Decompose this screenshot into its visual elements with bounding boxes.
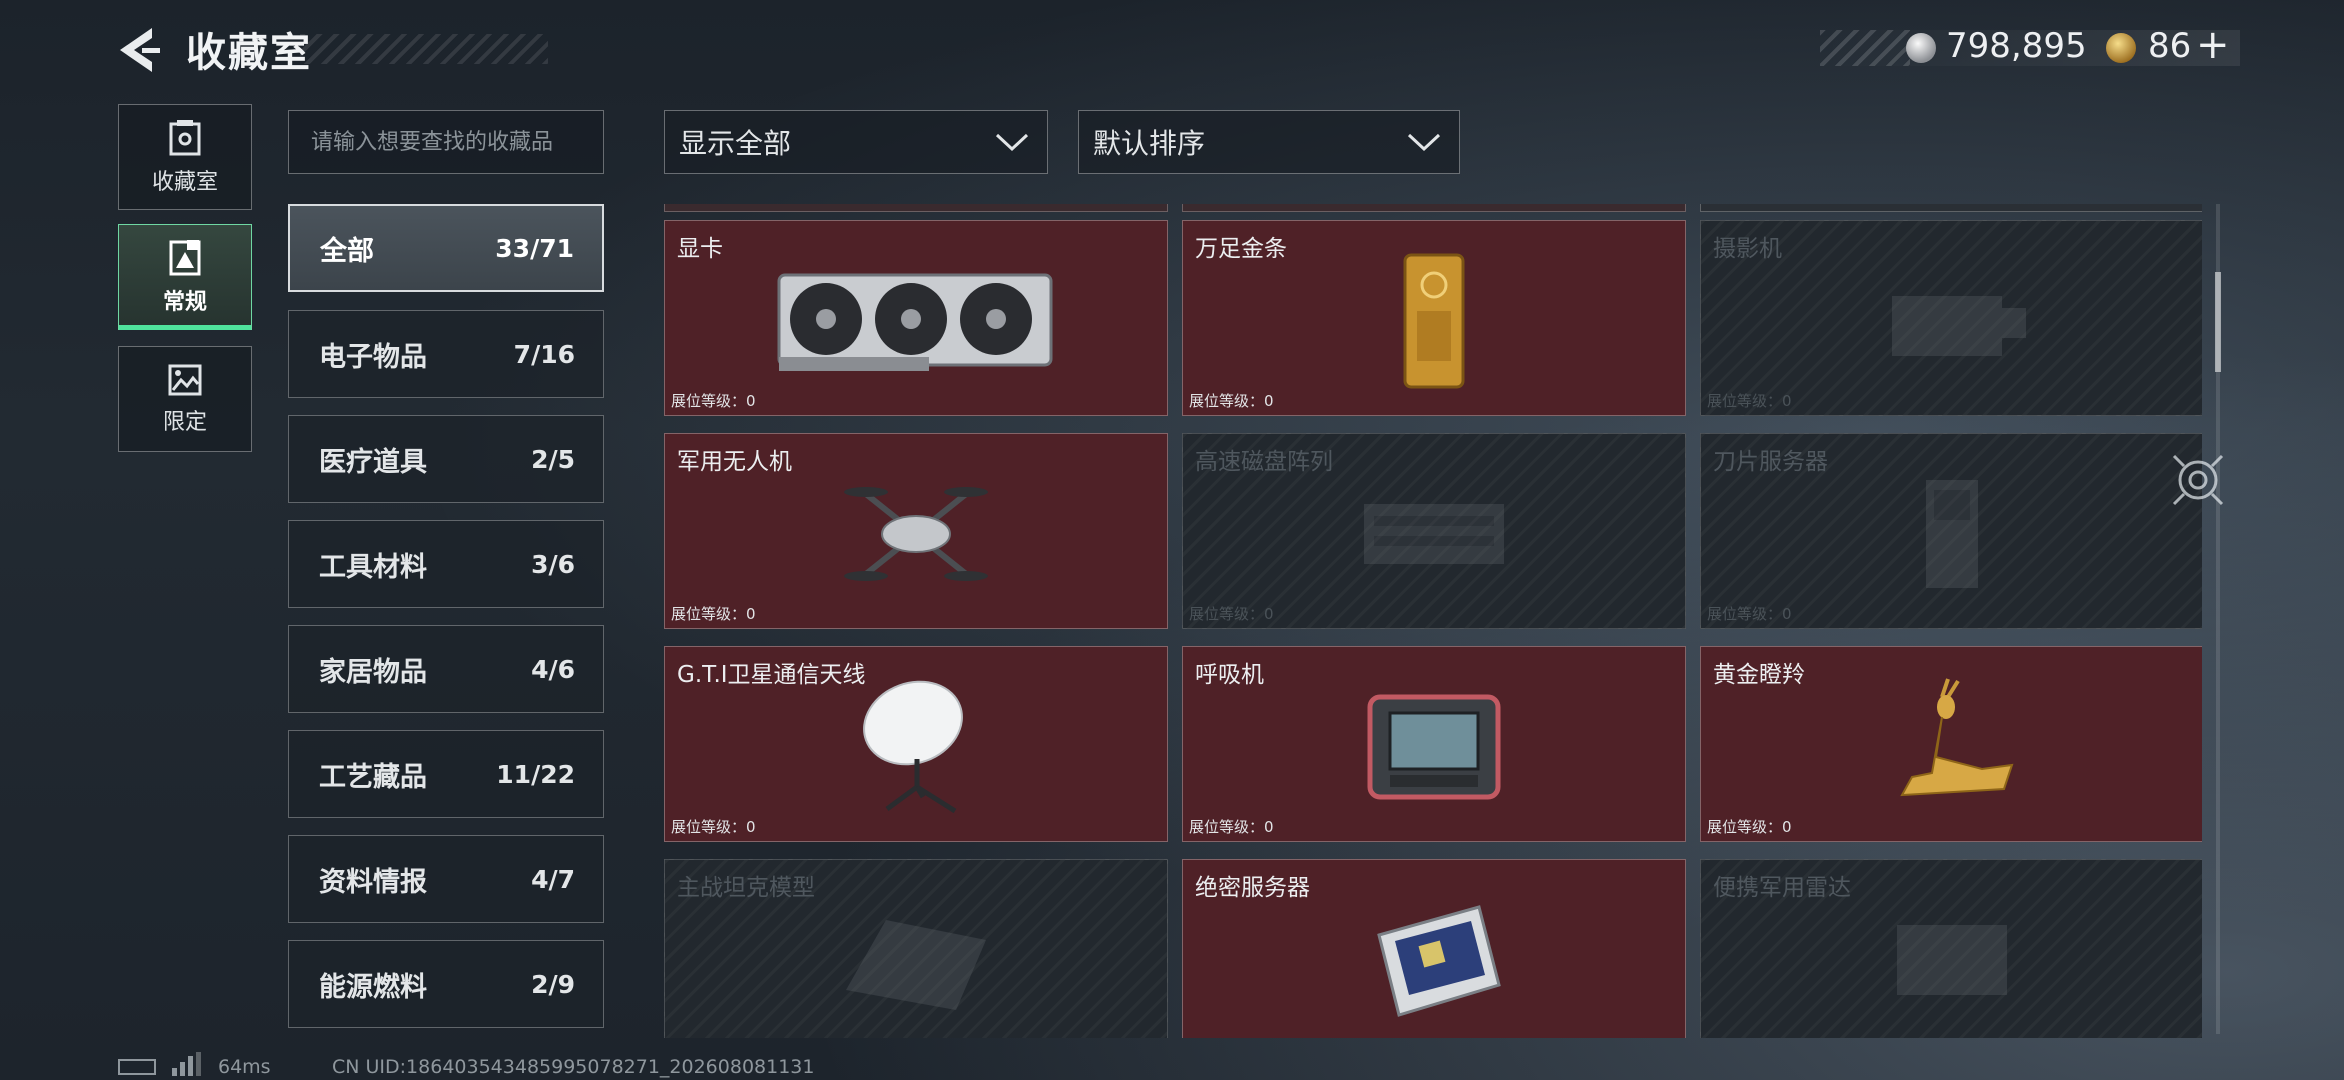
- blade-server-icon: [1701, 464, 2202, 604]
- collection-item-disk-array[interactable]: 高速磁盘阵列 展位等级：0: [1182, 433, 1686, 629]
- category-electronics[interactable]: 电子物品 7/16: [288, 310, 604, 398]
- ventilator-icon: [1183, 677, 1685, 817]
- collection-item-satellite-antenna[interactable]: G.T.I卫星通信天线 展位等级：0: [664, 646, 1168, 842]
- collection-item-ventilator[interactable]: 呼吸机 展位等级：0: [1182, 646, 1686, 842]
- filter-value: 显示全部: [679, 127, 792, 160]
- radar-icon: [1701, 890, 2202, 1030]
- grid-scrollbar-thumb[interactable]: [2215, 272, 2221, 372]
- money-amount: 798,895: [1946, 26, 2087, 66]
- category-intel[interactable]: 资料情报 4/7: [288, 835, 604, 923]
- collection-item-golden-gazelle[interactable]: 黄金瞪羚 展位等级：0: [1700, 646, 2202, 842]
- grid-row-peek: [1700, 204, 2202, 212]
- category-count: 2/5: [531, 444, 575, 474]
- item-level: 展位等级：0: [1189, 392, 1274, 410]
- collection-grid: 显卡 展位等级：0 万足金条 展位等级：0 摄影机 展位等级：0 军用无人机 展…: [662, 204, 2202, 1038]
- graphics-card-icon: [665, 251, 1167, 391]
- chevron-down-icon: [995, 133, 1029, 152]
- vault-icon: [169, 120, 201, 156]
- collection-item-military-drone[interactable]: 军用无人机 展位等级：0: [664, 433, 1168, 629]
- item-level: 展位等级：0: [671, 392, 756, 410]
- category-count: 7/16: [513, 339, 575, 369]
- add-currency-button[interactable]: +: [2196, 22, 2230, 68]
- mode-tab-vault[interactable]: 收藏室: [118, 104, 252, 210]
- category-tools[interactable]: 工具材料 3/6: [288, 520, 604, 608]
- mode-tab-label: 常规: [162, 290, 207, 315]
- category-count: 4/7: [531, 864, 575, 894]
- collection-item-tank-model[interactable]: 主战坦克模型: [664, 859, 1168, 1038]
- page-title: 收藏室: [186, 30, 312, 76]
- currency-decoration: [1820, 30, 1910, 66]
- filter-dropdown[interactable]: 显示全部: [664, 110, 1048, 174]
- grid-row-peek: [664, 204, 1168, 212]
- category-count: 33/71: [495, 233, 574, 263]
- mode-tab-regular[interactable]: 常规: [118, 224, 252, 330]
- collection-item-camera[interactable]: 摄影机 展位等级：0: [1700, 220, 2202, 416]
- category-count: 2/9: [531, 969, 575, 999]
- category-count: 3/6: [531, 549, 575, 579]
- uid-label: CN UID:1864035434859950782​71_2026080811…: [332, 1056, 815, 1078]
- category-name: 资料情报: [319, 866, 427, 898]
- signal-icon: [172, 1052, 201, 1076]
- category-name: 家居物品: [319, 656, 427, 688]
- collection-item-gold-bar[interactable]: 万足金条 展位等级：0: [1182, 220, 1686, 416]
- server-icon: [1183, 890, 1685, 1030]
- category-name: 工具材料: [319, 551, 427, 583]
- category-household[interactable]: 家居物品 4/6: [288, 625, 604, 713]
- item-level: 展位等级：0: [1707, 818, 1792, 836]
- category-all[interactable]: 全部 33/71: [288, 204, 604, 292]
- mode-tab-label: 收藏室: [151, 170, 218, 195]
- category-crafts[interactable]: 工艺藏品 11/22: [288, 730, 604, 818]
- tank-model-icon: [665, 890, 1167, 1030]
- category-name: 工艺藏品: [319, 761, 427, 793]
- chevron-down-icon: [1407, 133, 1441, 152]
- category-medical[interactable]: 医疗道具 2/5: [288, 415, 604, 503]
- collection-item-portable-radar[interactable]: 便携军用雷达: [1700, 859, 2202, 1038]
- item-level: 展位等级：0: [671, 818, 756, 836]
- item-level: 展位等级：0: [1707, 392, 1792, 410]
- item-level: 展位等级：0: [1189, 605, 1274, 623]
- ticket-amount: 86: [2148, 26, 2192, 66]
- gold-bar-icon: [1183, 251, 1685, 391]
- collection-item-blade-server[interactable]: 刀片服务器 展位等级：0: [1700, 433, 2202, 629]
- category-count: 4/6: [531, 654, 575, 684]
- category-name: 能源燃料: [319, 971, 427, 1003]
- back-arrow-icon[interactable]: [112, 24, 164, 76]
- category-name: 电子物品: [319, 341, 427, 373]
- drone-icon: [665, 464, 1167, 604]
- landscape-icon: [168, 364, 202, 396]
- collection-item-secret-server[interactable]: 绝密服务器: [1182, 859, 1686, 1038]
- disk-array-icon: [1183, 464, 1685, 604]
- item-level: 展位等级：0: [1189, 818, 1274, 836]
- camera-icon: [1701, 251, 2202, 391]
- battery-icon: [118, 1059, 156, 1075]
- golden-gazelle-icon: [1701, 677, 2202, 817]
- image-frame-icon: [169, 240, 201, 276]
- satellite-dish-icon: [665, 677, 1167, 817]
- ping-label: 64ms: [218, 1056, 271, 1078]
- title-decoration: [300, 34, 548, 64]
- category-energy[interactable]: 能源燃料 2/9: [288, 940, 604, 1028]
- collection-item-graphics-card[interactable]: 显卡 展位等级：0: [664, 220, 1168, 416]
- category-count: 11/22: [496, 759, 575, 789]
- category-name: 全部: [320, 235, 374, 267]
- gold-coin-icon: [2106, 33, 2136, 63]
- search-input[interactable]: [288, 110, 604, 174]
- mode-tab-limited[interactable]: 限定: [118, 346, 252, 452]
- target-icon[interactable]: [2170, 452, 2226, 508]
- silver-coin-icon: [1906, 33, 1936, 63]
- sort-value: 默认排序: [1093, 127, 1206, 160]
- category-name: 医疗道具: [319, 446, 427, 478]
- mode-tab-label: 限定: [162, 410, 207, 435]
- item-level: 展位等级：0: [1707, 605, 1792, 623]
- grid-row-peek: [1182, 204, 1686, 212]
- sort-dropdown[interactable]: 默认排序: [1078, 110, 1460, 174]
- item-level: 展位等级：0: [671, 605, 756, 623]
